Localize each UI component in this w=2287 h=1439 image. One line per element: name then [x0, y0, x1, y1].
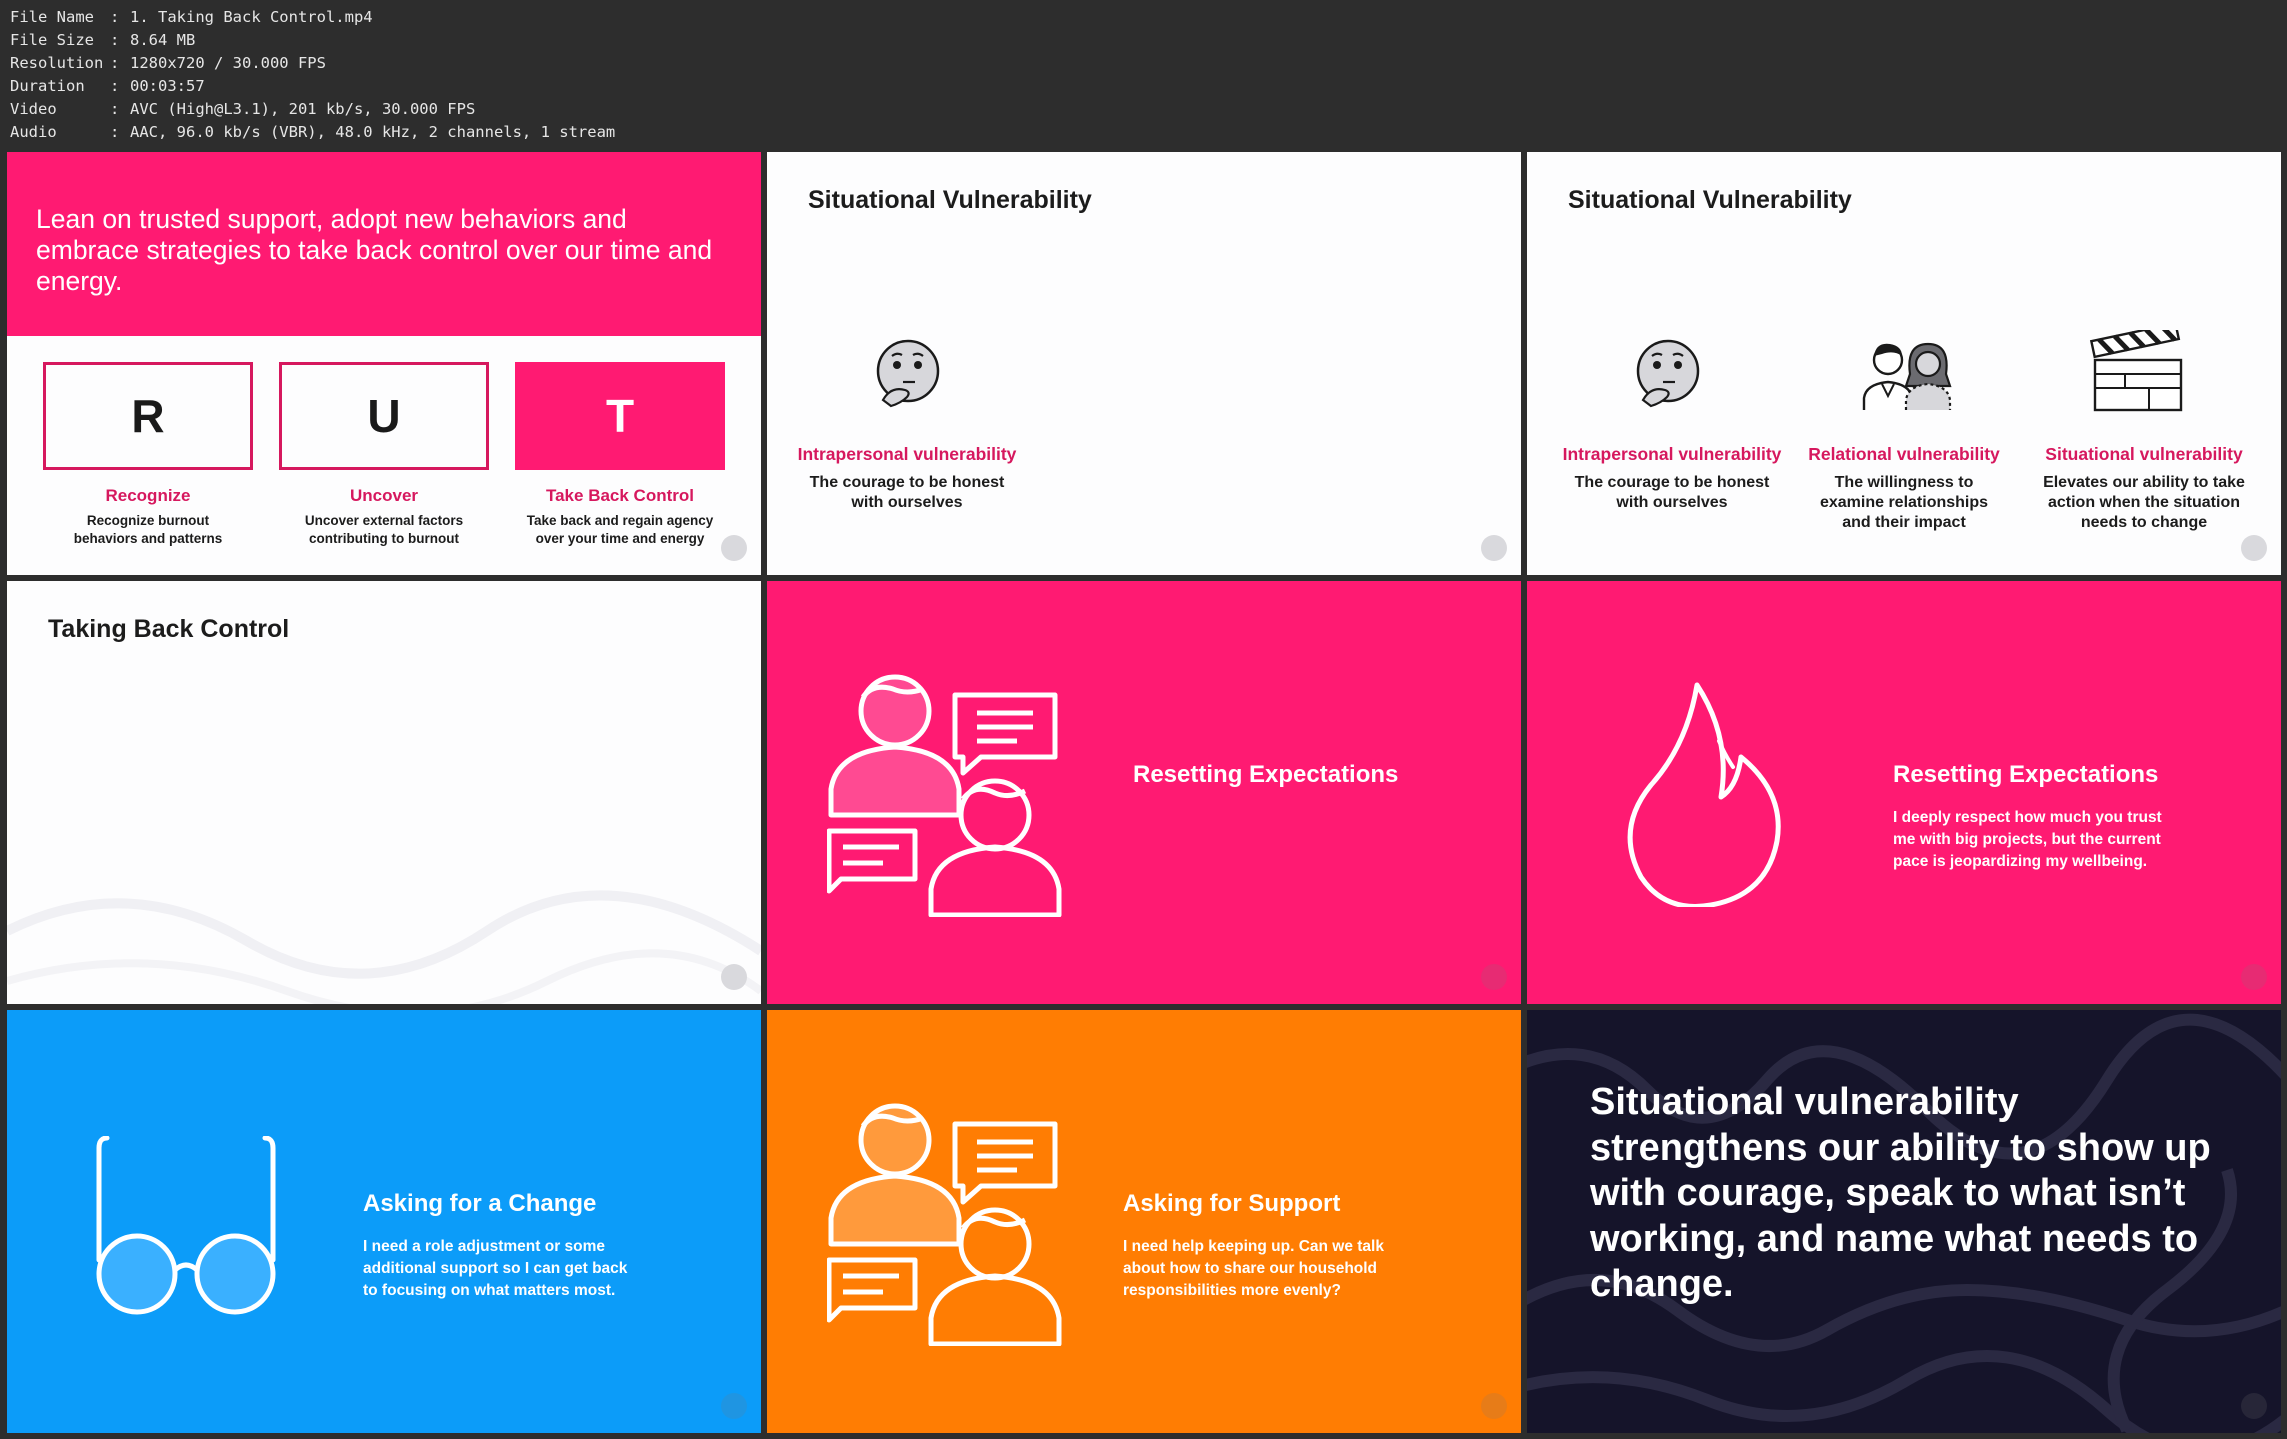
watermark-icon [721, 964, 747, 990]
watermark-icon [721, 535, 747, 561]
conversation-icon [826, 667, 1077, 922]
watermark-icon [1481, 535, 1507, 561]
thumbnail-situational-vulnerability-1[interactable]: Situational Vulnerability Intrapersonal … [767, 152, 1521, 575]
watermark-icon [1481, 964, 1507, 990]
duration-row: Duration:00:03:57 [10, 77, 205, 95]
slide-title: Resetting Expectations [1133, 761, 1399, 788]
intrapersonal-label: Intrapersonal vulnerability [797, 444, 1017, 464]
conversation-icon [826, 1096, 1077, 1351]
slide-text: I deeply respect how much you trust me wi… [1893, 809, 2162, 870]
file-size-row: File Size:8.64 MB [10, 31, 196, 49]
thumbnail-grid: Lean on trusted support, adopt new behav… [7, 152, 2281, 1433]
thumbnail-situational-vulnerability-quote[interactable]: Situational vulnerability strengthens ou… [1527, 1010, 2281, 1433]
thumbnail-asking-for-support[interactable]: Asking for Support I need help keeping u… [767, 1010, 1521, 1433]
flame-icon [1627, 681, 1787, 912]
intrapersonal-label: Intrapersonal vulnerability [1562, 444, 1782, 464]
uncover-box: U [279, 362, 489, 470]
thumbnail-taking-back-control[interactable]: Taking Back Control [7, 581, 761, 1004]
file-name-row: File Name:1. Taking Back Control.mp4 [10, 8, 373, 26]
slide-title: Asking for Support [1123, 1190, 1341, 1217]
two-people-icon [1858, 334, 1954, 417]
intrapersonal-desc: The courage to be honest with ourselves [809, 474, 1005, 511]
thumbnail-situational-vulnerability-2[interactable]: Situational Vulnerability Intrapersonal … [1527, 152, 2281, 575]
thumbnail-rut-framework[interactable]: Lean on trusted support, adopt new behav… [7, 152, 761, 575]
thinking-face-icon [1633, 338, 1703, 413]
take-back-desc: Take back and regain agency over your tim… [526, 513, 714, 546]
take-back-label: Take Back Control [545, 486, 694, 505]
slide-title: Situational Vulnerability [1568, 186, 1852, 214]
slide-text: I need a role adjustment or some addition… [363, 1238, 628, 1299]
slide-title: Situational Vulnerability [808, 186, 1092, 214]
slide-title: Resetting Expectations [1893, 761, 2159, 788]
uncover-desc: Uncover external factors contributing to … [304, 513, 464, 546]
resolution-row: Resolution:1280x720 / 30.000 FPS [10, 54, 326, 72]
intrapersonal-desc: The courage to be honest with ourselves [1574, 474, 1770, 511]
watermark-icon [721, 1393, 747, 1419]
uncover-label: Uncover [349, 486, 419, 505]
watermark-icon [2241, 535, 2267, 561]
thinking-face-icon [873, 338, 943, 413]
watermark-icon [2241, 1393, 2267, 1419]
take-back-box: T [515, 362, 725, 470]
watermark-icon [1481, 1393, 1507, 1419]
relational-label: Relational vulnerability [1808, 444, 2000, 464]
slide-title: Taking Back Control [48, 615, 290, 643]
situational-desc: Elevates our ability to take action when … [2043, 474, 2245, 531]
thumbnail-asking-for-a-change[interactable]: Asking for a Change I need a role adjust… [7, 1010, 761, 1433]
slide-title: Asking for a Change [363, 1190, 597, 1217]
recognize-label: Recognize [105, 486, 191, 505]
video-row: Video: AVC (High@L3.1), 201 kb/s, 30.000 … [10, 100, 476, 118]
thumbnail-resetting-expectations-2[interactable]: Resetting Expectations I deeply respect … [1527, 581, 2281, 1004]
clapperboard-icon [2089, 321, 2185, 419]
file-info-panel: File Name:1. Taking Back Control.mp4 Fil… [10, 6, 615, 144]
quote-text: Situational vulnerability strengthens ou… [1590, 1081, 2211, 1305]
recognize-box: R [43, 362, 253, 470]
glasses-icon [93, 1135, 279, 1327]
background-pattern [7, 890, 761, 1004]
situational-label: Situational vulnerability [2045, 444, 2243, 464]
banner-text: Lean on trusted support, adopt new behav… [36, 204, 713, 296]
audio-row: Audio: AAC, 96.0 kb/s (VBR), 48.0 kHz, 2 … [10, 123, 616, 141]
slide-text: I need help keeping up. Can we talk about… [1123, 1238, 1384, 1299]
banner: Lean on trusted support, adopt new behav… [7, 152, 761, 336]
relational-desc: The willingness to examine relationships a… [1819, 474, 1989, 531]
recognize-desc: Recognize burnout behaviors and patterns [73, 513, 223, 546]
thumbnail-resetting-expectations-1[interactable]: Resetting Expectations [767, 581, 1521, 1004]
watermark-icon [2241, 964, 2267, 990]
